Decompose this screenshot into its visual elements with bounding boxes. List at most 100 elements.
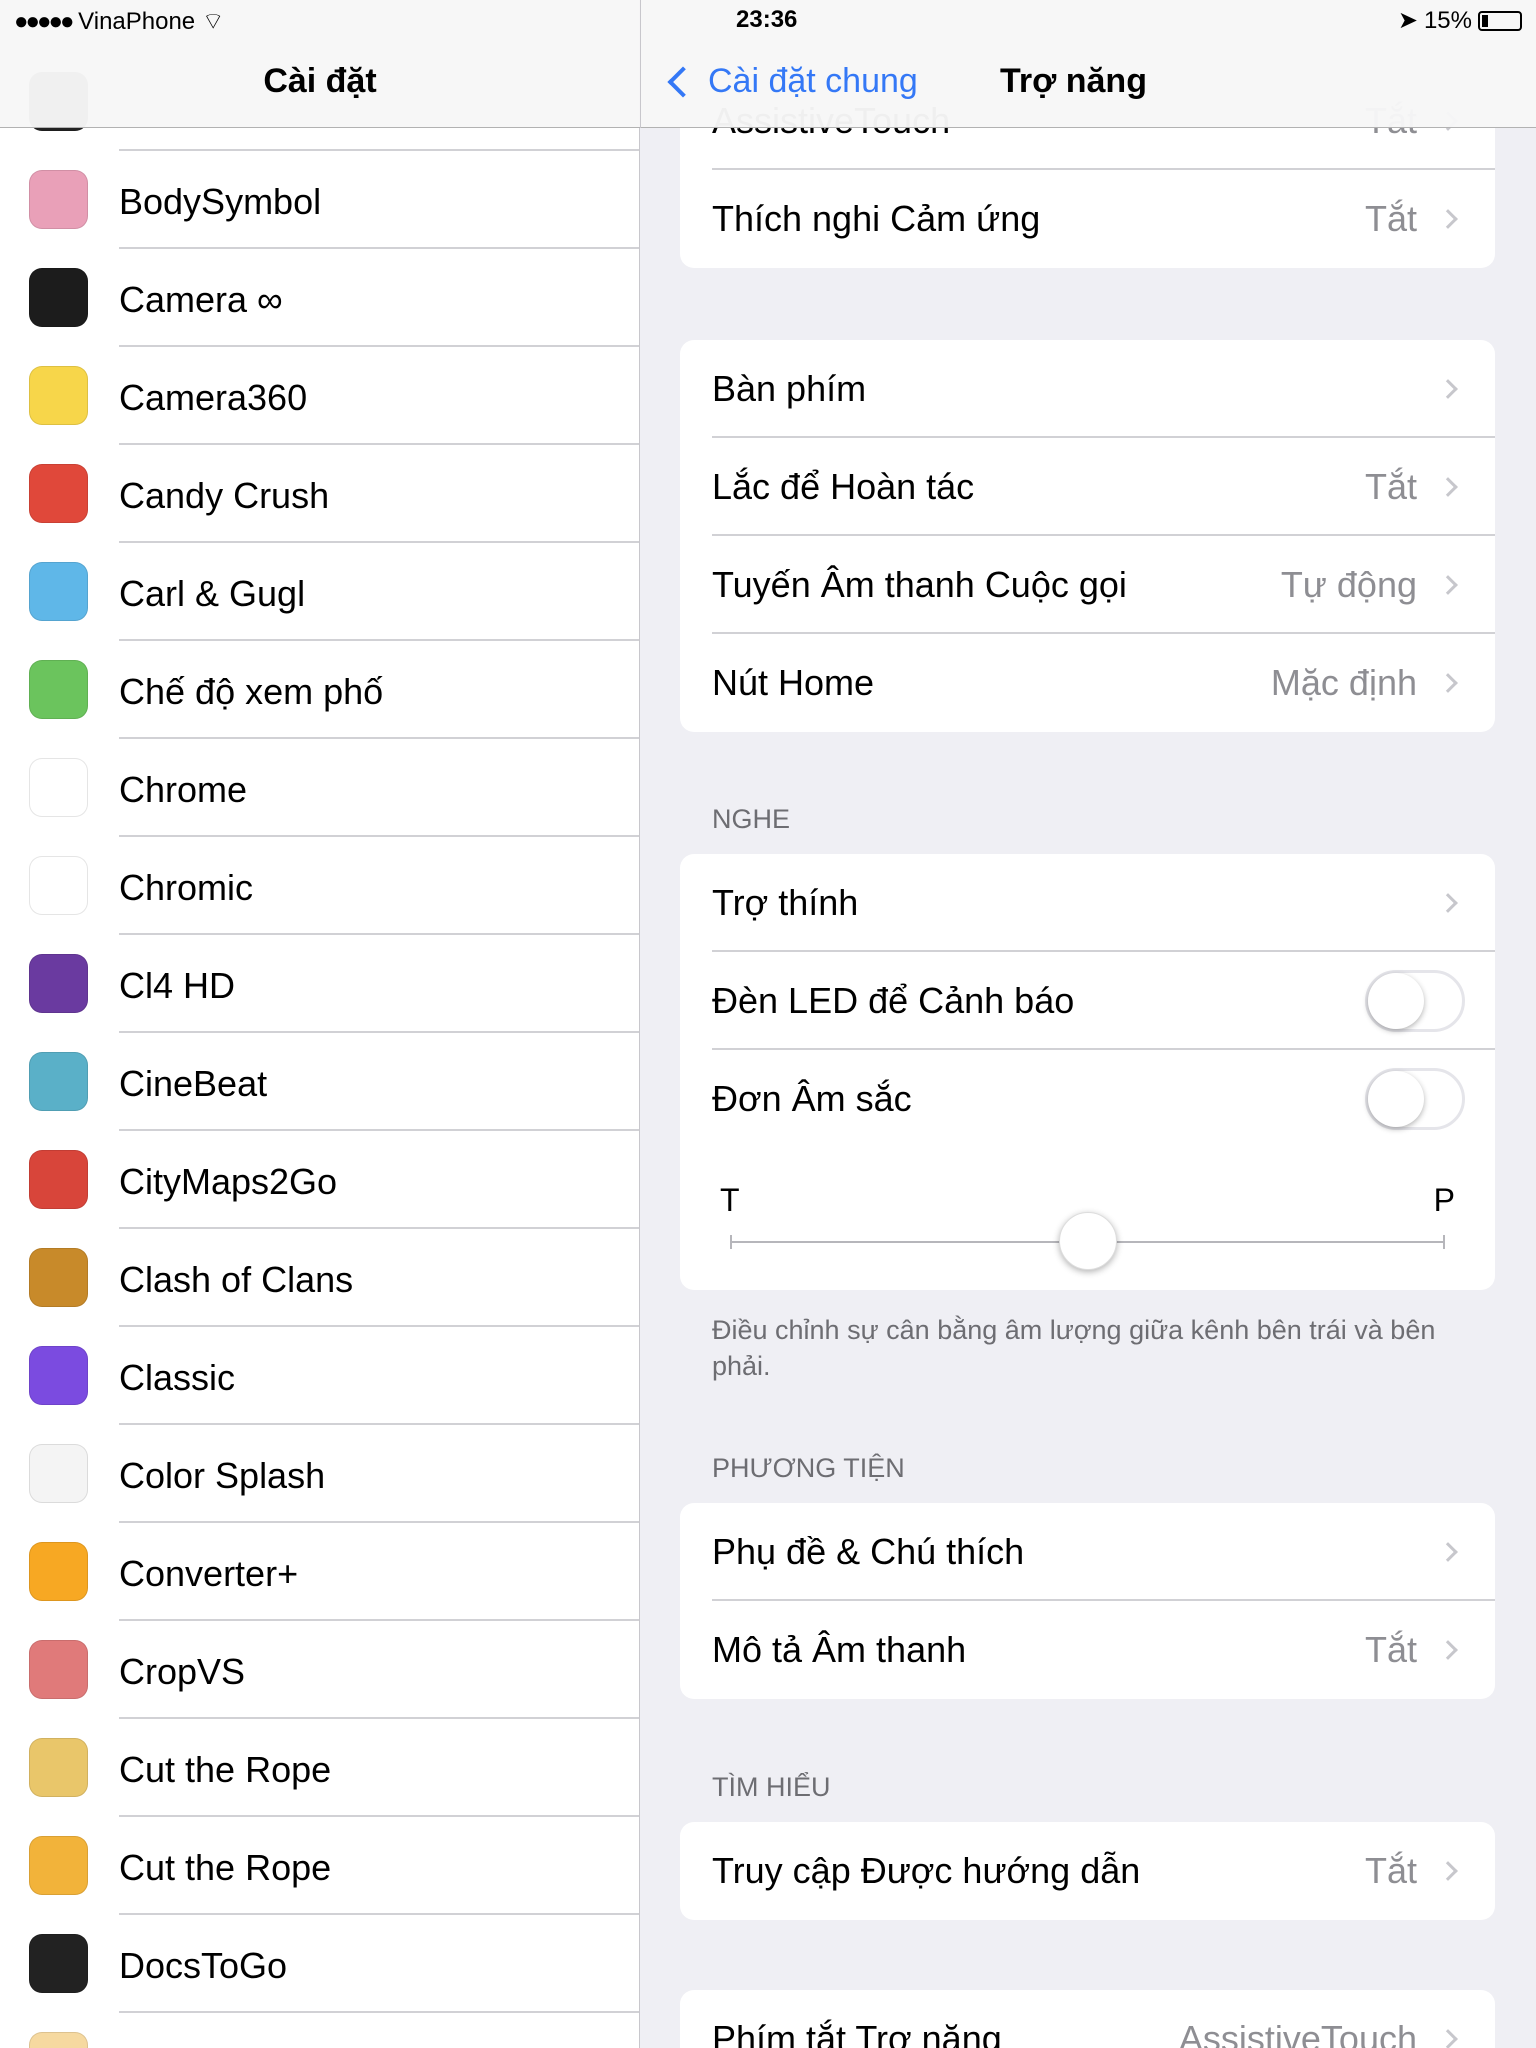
settings-row[interactable]: Phụ đề & Chú thích xyxy=(680,1503,1495,1601)
wifi-icon: ⌔ xyxy=(201,8,225,35)
sidebar-item[interactable]: Cut the Rope xyxy=(0,1817,639,1915)
group-interaction: Bàn phím Lắc để Hoàn tác Tắt Tuyến Âm thanh… xyxy=(680,340,1495,732)
app-icon xyxy=(29,1248,88,1307)
app-icon xyxy=(29,1542,88,1601)
battery-status: ➤ 15% xyxy=(1398,6,1522,35)
row-value: Tắt xyxy=(1364,1850,1417,1891)
page-title: Trợ năng xyxy=(1000,62,1147,100)
app-icon xyxy=(29,464,88,523)
row-label: Thích nghi Cảm ứng xyxy=(712,198,1041,239)
group-shortcut: Phím tắt Trợ năng AssistiveTouch xyxy=(680,1990,1495,2048)
chevron-right-icon xyxy=(1438,2029,1458,2048)
sidebar-item[interactable]: Clash of Clans xyxy=(0,1229,639,1327)
balance-footer: Điều chỉnh sự cân bằng âm lượng giữa kên… xyxy=(712,1315,1436,1381)
accessibility-pane: AssistiveTouch Tắt Thích nghi Cảm ứng Tắt B… xyxy=(641,0,1536,2048)
sidebar-item[interactable]: Camera ∞ xyxy=(0,249,639,347)
sidebar-item[interactable]: CineBeat xyxy=(0,1033,639,1131)
sidebar-item-label: BodySymbol xyxy=(119,181,322,222)
sidebar-item[interactable]: Candy Crush xyxy=(0,445,639,543)
settings-row[interactable]: Phím tắt Trợ năng AssistiveTouch xyxy=(680,1990,1495,2048)
sidebar-item[interactable]: Carl & Gugl xyxy=(0,543,639,641)
sidebar-item[interactable] xyxy=(0,2013,639,2048)
sidebar-item-label: CropVS xyxy=(119,1651,246,1692)
balance-slider-row: T P xyxy=(680,1148,1495,1290)
chevron-right-icon xyxy=(1438,893,1458,913)
group-hearing: Trợ thính Đèn LED để Cảnh báo Đơn Âm sắc… xyxy=(680,854,1495,1290)
row-value: Mặc định xyxy=(1270,662,1417,703)
settings-row[interactable]: Nút Home Mặc định xyxy=(680,634,1495,732)
sidebar-item-label: Chrome xyxy=(119,769,248,810)
app-icon xyxy=(29,758,88,817)
settings-row[interactable]: Tuyến Âm thanh Cuộc gọi Tự động xyxy=(680,536,1495,634)
sidebar-item[interactable]: Converter+ xyxy=(0,1523,639,1621)
sidebar-item[interactable]: Cut the Rope xyxy=(0,1719,639,1817)
sidebar-item[interactable]: CityMaps2Go xyxy=(0,1131,639,1229)
sidebar-item[interactable]: Cl4 HD xyxy=(0,935,639,1033)
left-label: T xyxy=(720,1182,740,1218)
settings-row[interactable]: Thích nghi Cảm ứng Tắt xyxy=(680,170,1495,268)
settings-row[interactable]: Bàn phím xyxy=(680,340,1495,438)
row-label: Truy cập Được hướng dẫn xyxy=(712,1850,1141,1891)
chevron-right-icon xyxy=(1438,379,1458,399)
slider-thumb[interactable] xyxy=(1058,1212,1117,1270)
app-icon xyxy=(29,1052,88,1111)
settings-row[interactable]: Lắc để Hoàn tác Tắt xyxy=(680,438,1495,536)
chevron-right-icon xyxy=(1438,1542,1458,1562)
section-header-media: PHƯƠNG TIỆN xyxy=(712,1453,905,1483)
sidebar-item[interactable]: Classic xyxy=(0,1327,639,1425)
app-icon xyxy=(29,1444,88,1503)
row-label: Tuyến Âm thanh Cuộc gọi xyxy=(712,564,1127,605)
right-label: P xyxy=(1433,1182,1455,1218)
sidebar-item-label: CityMaps2Go xyxy=(119,1161,338,1202)
app-icon xyxy=(29,366,88,425)
app-icon xyxy=(29,2032,88,2048)
led-flash-toggle[interactable] xyxy=(1365,970,1465,1032)
sidebar-item-label: Cl4 HD xyxy=(119,965,236,1006)
sidebar-item-label: Cut the Rope xyxy=(119,1847,332,1888)
app-icon xyxy=(29,170,88,229)
sidebar-item-label: Converter+ xyxy=(119,1553,299,1594)
row-value: Tự động xyxy=(1280,564,1417,605)
settings-row[interactable]: Truy cập Được hướng dẫn Tắt xyxy=(680,1822,1495,1920)
app-icon xyxy=(29,268,88,327)
row-label: Lắc để Hoàn tác xyxy=(712,466,975,507)
sidebar-item-label: CineBeat xyxy=(119,1063,268,1104)
sidebar-item-label: Cut the Rope xyxy=(119,1749,332,1790)
sidebar-item[interactable]: Chromic xyxy=(0,837,639,935)
row-value: Tắt xyxy=(1364,466,1417,507)
sidebar-item[interactable]: Chrome xyxy=(0,739,639,837)
row-label: Phím tắt Trợ năng xyxy=(712,2018,1002,2048)
group-learn: Truy cập Được hướng dẫn Tắt xyxy=(680,1822,1495,1920)
sidebar-item[interactable]: Chế độ xem phố xyxy=(0,641,639,739)
sidebar-item-label: Candy Crush xyxy=(119,475,330,516)
chevron-right-icon xyxy=(1438,575,1458,595)
balance-slider[interactable] xyxy=(730,1212,1445,1270)
navigation-bar: ●●●●● VinaPhone ⌔ 23:36 ➤ 15% Cài đặt Cài… xyxy=(0,0,1536,128)
app-icon xyxy=(29,856,88,915)
mono-audio-toggle[interactable] xyxy=(1365,1068,1465,1130)
settings-row[interactable]: Mô tả Âm thanh Tắt xyxy=(680,1601,1495,1699)
sidebar-item-label: Camera360 xyxy=(119,377,308,418)
row-label: Phụ đề & Chú thích xyxy=(712,1531,1025,1572)
sidebar-item[interactable]: Camera360 xyxy=(0,347,639,445)
app-icon xyxy=(29,1346,88,1405)
app-icon xyxy=(29,954,88,1013)
row-led-flash: Đèn LED để Cảnh báo xyxy=(680,952,1495,1050)
sidebar-item-label: DocsToGo xyxy=(119,1945,288,1986)
settings-sidebar: BodySymbol Camera ∞ Camera360 Candy Crush Ca… xyxy=(0,0,640,2048)
chevron-right-icon xyxy=(1438,673,1458,693)
sidebar-item-label: Camera ∞ xyxy=(119,279,283,320)
sidebar-item[interactable]: BodySymbol xyxy=(0,151,639,249)
app-icon xyxy=(29,1738,88,1797)
sidebar-item-label: Chromic xyxy=(119,867,254,908)
sidebar-item[interactable]: CropVS xyxy=(0,1621,639,1719)
sidebar-item-label: Carl & Gugl xyxy=(119,573,306,614)
chevron-right-icon xyxy=(1438,1640,1458,1660)
app-icon xyxy=(29,660,88,719)
sidebar-item[interactable]: Color Splash xyxy=(0,1425,639,1523)
clock: 23:36 xyxy=(736,6,798,33)
sidebar-item[interactable]: DocsToGo xyxy=(0,1915,639,2013)
app-icon xyxy=(29,562,88,621)
row-hearing-aids[interactable]: Trợ thính xyxy=(680,854,1495,952)
sidebar-item-label: Color Splash xyxy=(119,1455,326,1496)
